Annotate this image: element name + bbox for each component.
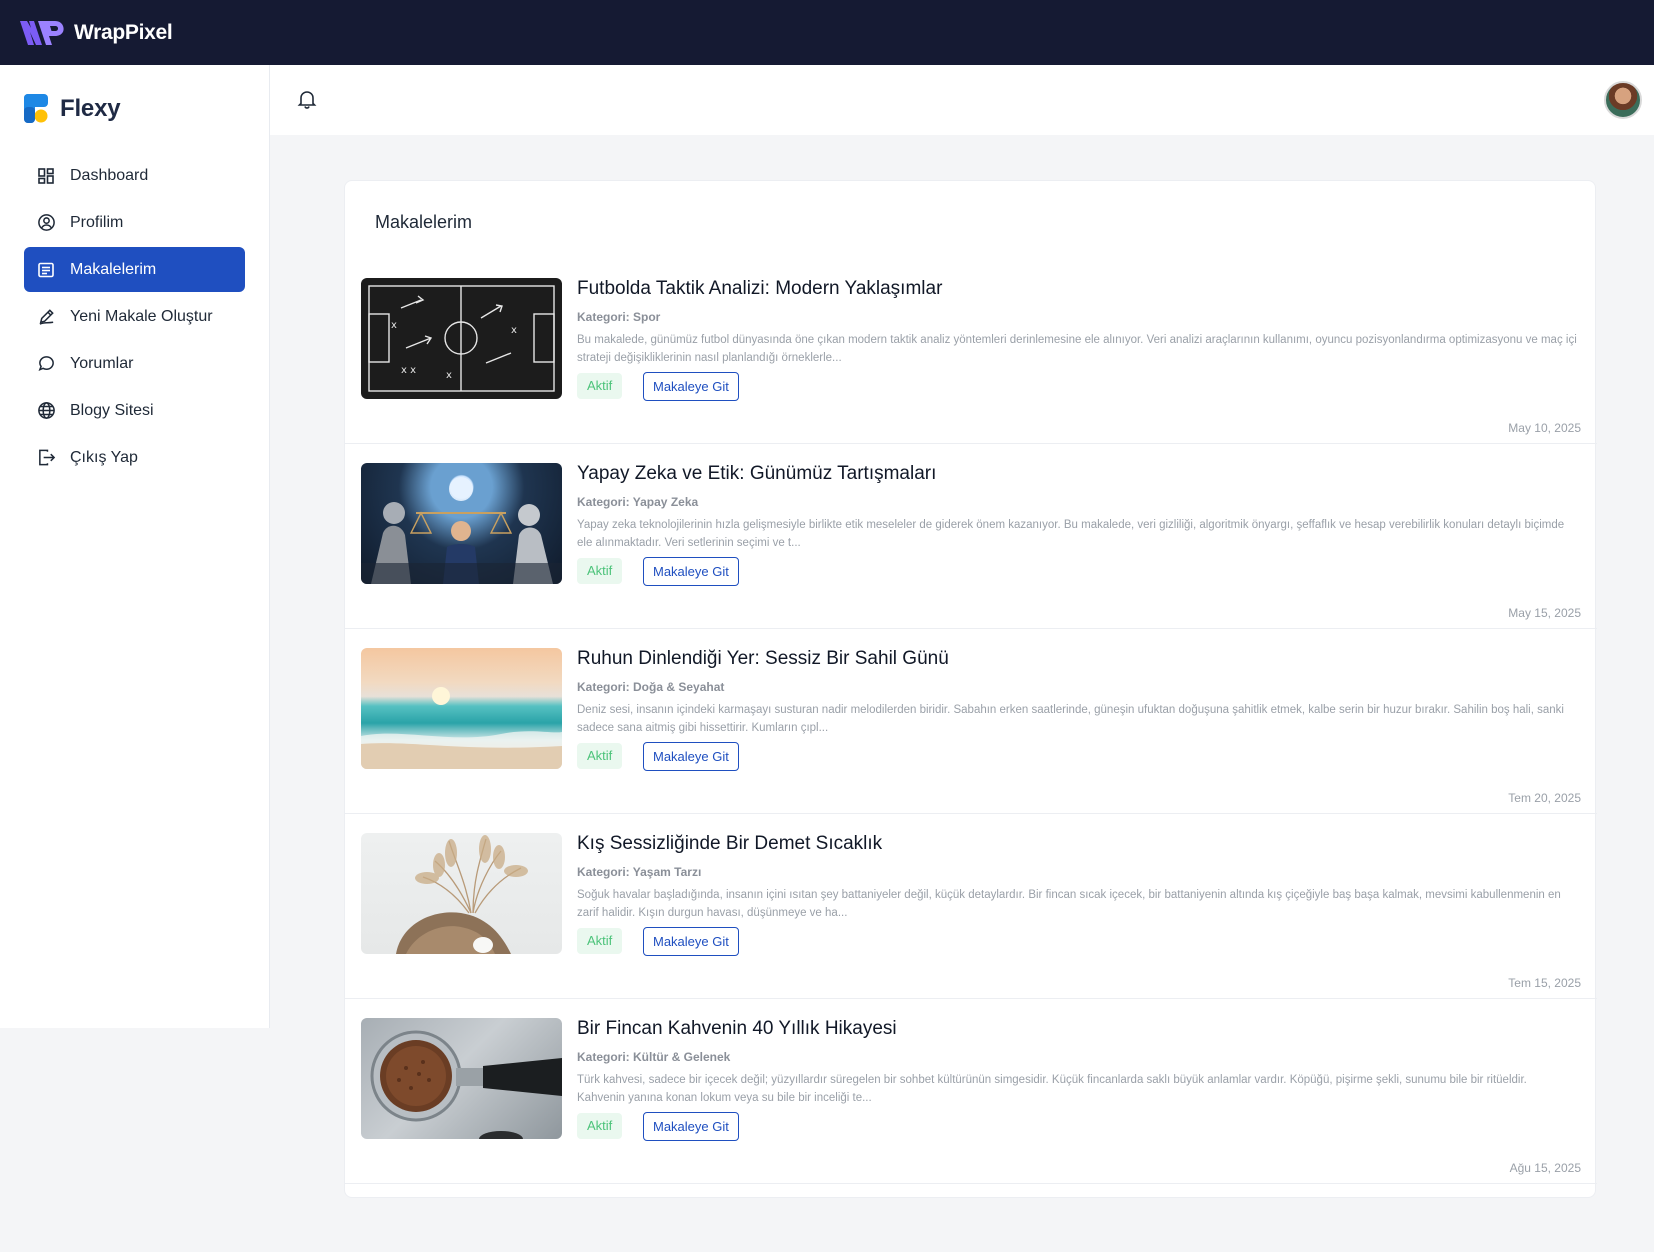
user-avatar[interactable] xyxy=(1604,81,1642,119)
bell-icon[interactable] xyxy=(296,88,318,110)
article-item: Kış Sessizliğinde Bir Demet Sıcaklık Kat… xyxy=(345,814,1597,999)
article-icon xyxy=(36,260,56,280)
article-description: Bu makalede, günümüz futbol dünyasında ö… xyxy=(577,334,1577,364)
article-item: Ruhun Dinlendiği Yer: Sessiz Bir Sahil G… xyxy=(345,629,1597,814)
article-title[interactable]: Kış Sessizliğinde Bir Demet Sıcaklık xyxy=(577,833,882,855)
article-title[interactable]: Ruhun Dinlendiği Yer: Sessiz Bir Sahil G… xyxy=(577,648,949,670)
article-title[interactable]: Futbolda Taktik Analizi: Modern Yaklaşım… xyxy=(577,278,942,300)
sidebar-item-yeni-makale[interactable]: Yeni Makale Oluştur xyxy=(24,294,245,339)
go-to-article-button[interactable]: Makaleye Git xyxy=(643,372,739,401)
article-date: May 10, 2025 xyxy=(1508,421,1581,435)
articles-card: Makalelerim x x x x x Futbolda Taktik An… xyxy=(344,180,1597,1198)
svg-text:x: x xyxy=(511,325,517,336)
sidebar-item-cikis-yap[interactable]: Çıkış Yap xyxy=(24,435,245,480)
article-thumbnail[interactable] xyxy=(361,1018,562,1139)
wrappixel-logo-icon xyxy=(20,20,64,45)
sidebar-item-dashboard[interactable]: Dashboard xyxy=(24,153,245,198)
article-category: Kategori: Spor xyxy=(577,310,661,324)
sidebar-item-label: Makalelerim xyxy=(70,260,157,278)
article-category: Kategori: Doğa & Seyahat xyxy=(577,680,725,694)
article-category: Kategori: Yapay Zeka xyxy=(577,495,699,509)
svg-text:x x: x x xyxy=(401,365,416,376)
go-to-article-button[interactable]: Makaleye Git xyxy=(643,557,739,586)
sidebar-item-blogy-sitesi[interactable]: Blogy Sitesi xyxy=(24,388,245,433)
article-description: Türk kahvesi, sadece bir içecek değil; y… xyxy=(577,1074,1527,1104)
sidebar-item-label: Çıkış Yap xyxy=(70,448,138,466)
wrappixel-brand-text: WrapPixel xyxy=(74,20,173,44)
sidebar-item-label: Yeni Makale Oluştur xyxy=(70,307,213,325)
article-description: Deniz sesi, insanın içindeki karmaşayı s… xyxy=(577,704,1564,734)
wrappixel-logo[interactable]: WrapPixel xyxy=(18,18,173,48)
flexy-logo-icon xyxy=(24,94,48,123)
sidebar-item-profilim[interactable]: Profilim xyxy=(24,200,245,245)
pencil-icon xyxy=(36,307,56,327)
article-date: Ağu 15, 2025 xyxy=(1509,1161,1581,1175)
article-description: Soğuk havalar başladığında, insanın için… xyxy=(577,889,1561,919)
go-to-article-button[interactable]: Makaleye Git xyxy=(643,927,739,956)
article-date: Tem 20, 2025 xyxy=(1508,791,1581,805)
sidebar-nav: Dashboard Profilim Makalelerim Yeni Maka… xyxy=(0,153,269,480)
globe-icon xyxy=(36,401,56,421)
sidebar-item-label: Profilim xyxy=(70,213,124,231)
sidebar-item-label: Blogy Sitesi xyxy=(70,401,154,419)
status-badge: Aktif xyxy=(577,373,623,399)
sidebar-item-label: Yorumlar xyxy=(70,354,134,372)
status-badge: Aktif xyxy=(577,743,623,769)
article-date: Tem 15, 2025 xyxy=(1508,976,1581,990)
sidebar-item-yorumlar[interactable]: Yorumlar xyxy=(24,341,245,386)
status-badge: Aktif xyxy=(577,928,623,954)
article-title[interactable]: Bir Fincan Kahvenin 40 Yıllık Hikayesi xyxy=(577,1018,897,1040)
go-to-article-button[interactable]: Makaleye Git xyxy=(643,742,739,771)
article-item: Yapay Zeka ve Etik: Günümüz Tartışmaları… xyxy=(345,444,1597,629)
top-brand-bar: WrapPixel xyxy=(0,0,1654,65)
article-category: Kategori: Yaşam Tarzı xyxy=(577,865,702,879)
sidebar-item-label: Dashboard xyxy=(70,166,149,184)
article-date: May 15, 2025 xyxy=(1508,606,1581,620)
article-category: Kategori: Kültür & Gelenek xyxy=(577,1050,731,1064)
app-header xyxy=(270,65,1654,135)
article-item: Bir Fincan Kahvenin 40 Yıllık Hikayesi K… xyxy=(345,999,1597,1184)
sidebar: Flexy Dashboard Profilim Makalelerim Yen… xyxy=(0,65,270,1028)
article-description: Yapay zeka teknolojilerinin hızla gelişm… xyxy=(577,519,1565,549)
user-circle-icon xyxy=(36,213,56,233)
comment-icon xyxy=(36,354,56,374)
status-badge: Aktif xyxy=(577,1113,623,1139)
flexy-brand-text: Flexy xyxy=(60,95,121,122)
article-item: x x x x x Futbolda Taktik Analizi: Moder… xyxy=(345,259,1597,444)
svg-text:x: x xyxy=(446,370,452,381)
article-thumbnail[interactable]: x x x x x xyxy=(361,278,562,399)
logout-icon xyxy=(36,448,56,468)
dashboard-icon xyxy=(36,166,56,186)
article-thumbnail[interactable] xyxy=(361,648,562,769)
svg-text:x: x xyxy=(391,320,397,331)
go-to-article-button[interactable]: Makaleye Git xyxy=(643,1112,739,1141)
article-thumbnail[interactable] xyxy=(361,833,562,954)
article-thumbnail[interactable] xyxy=(361,463,562,584)
sidebar-item-makalelerim[interactable]: Makalelerim xyxy=(24,247,245,292)
status-badge: Aktif xyxy=(577,558,623,584)
article-title[interactable]: Yapay Zeka ve Etik: Günümüz Tartışmaları xyxy=(577,463,936,485)
page-title: Makalelerim xyxy=(375,212,473,232)
flexy-logo[interactable]: Flexy xyxy=(0,65,269,133)
